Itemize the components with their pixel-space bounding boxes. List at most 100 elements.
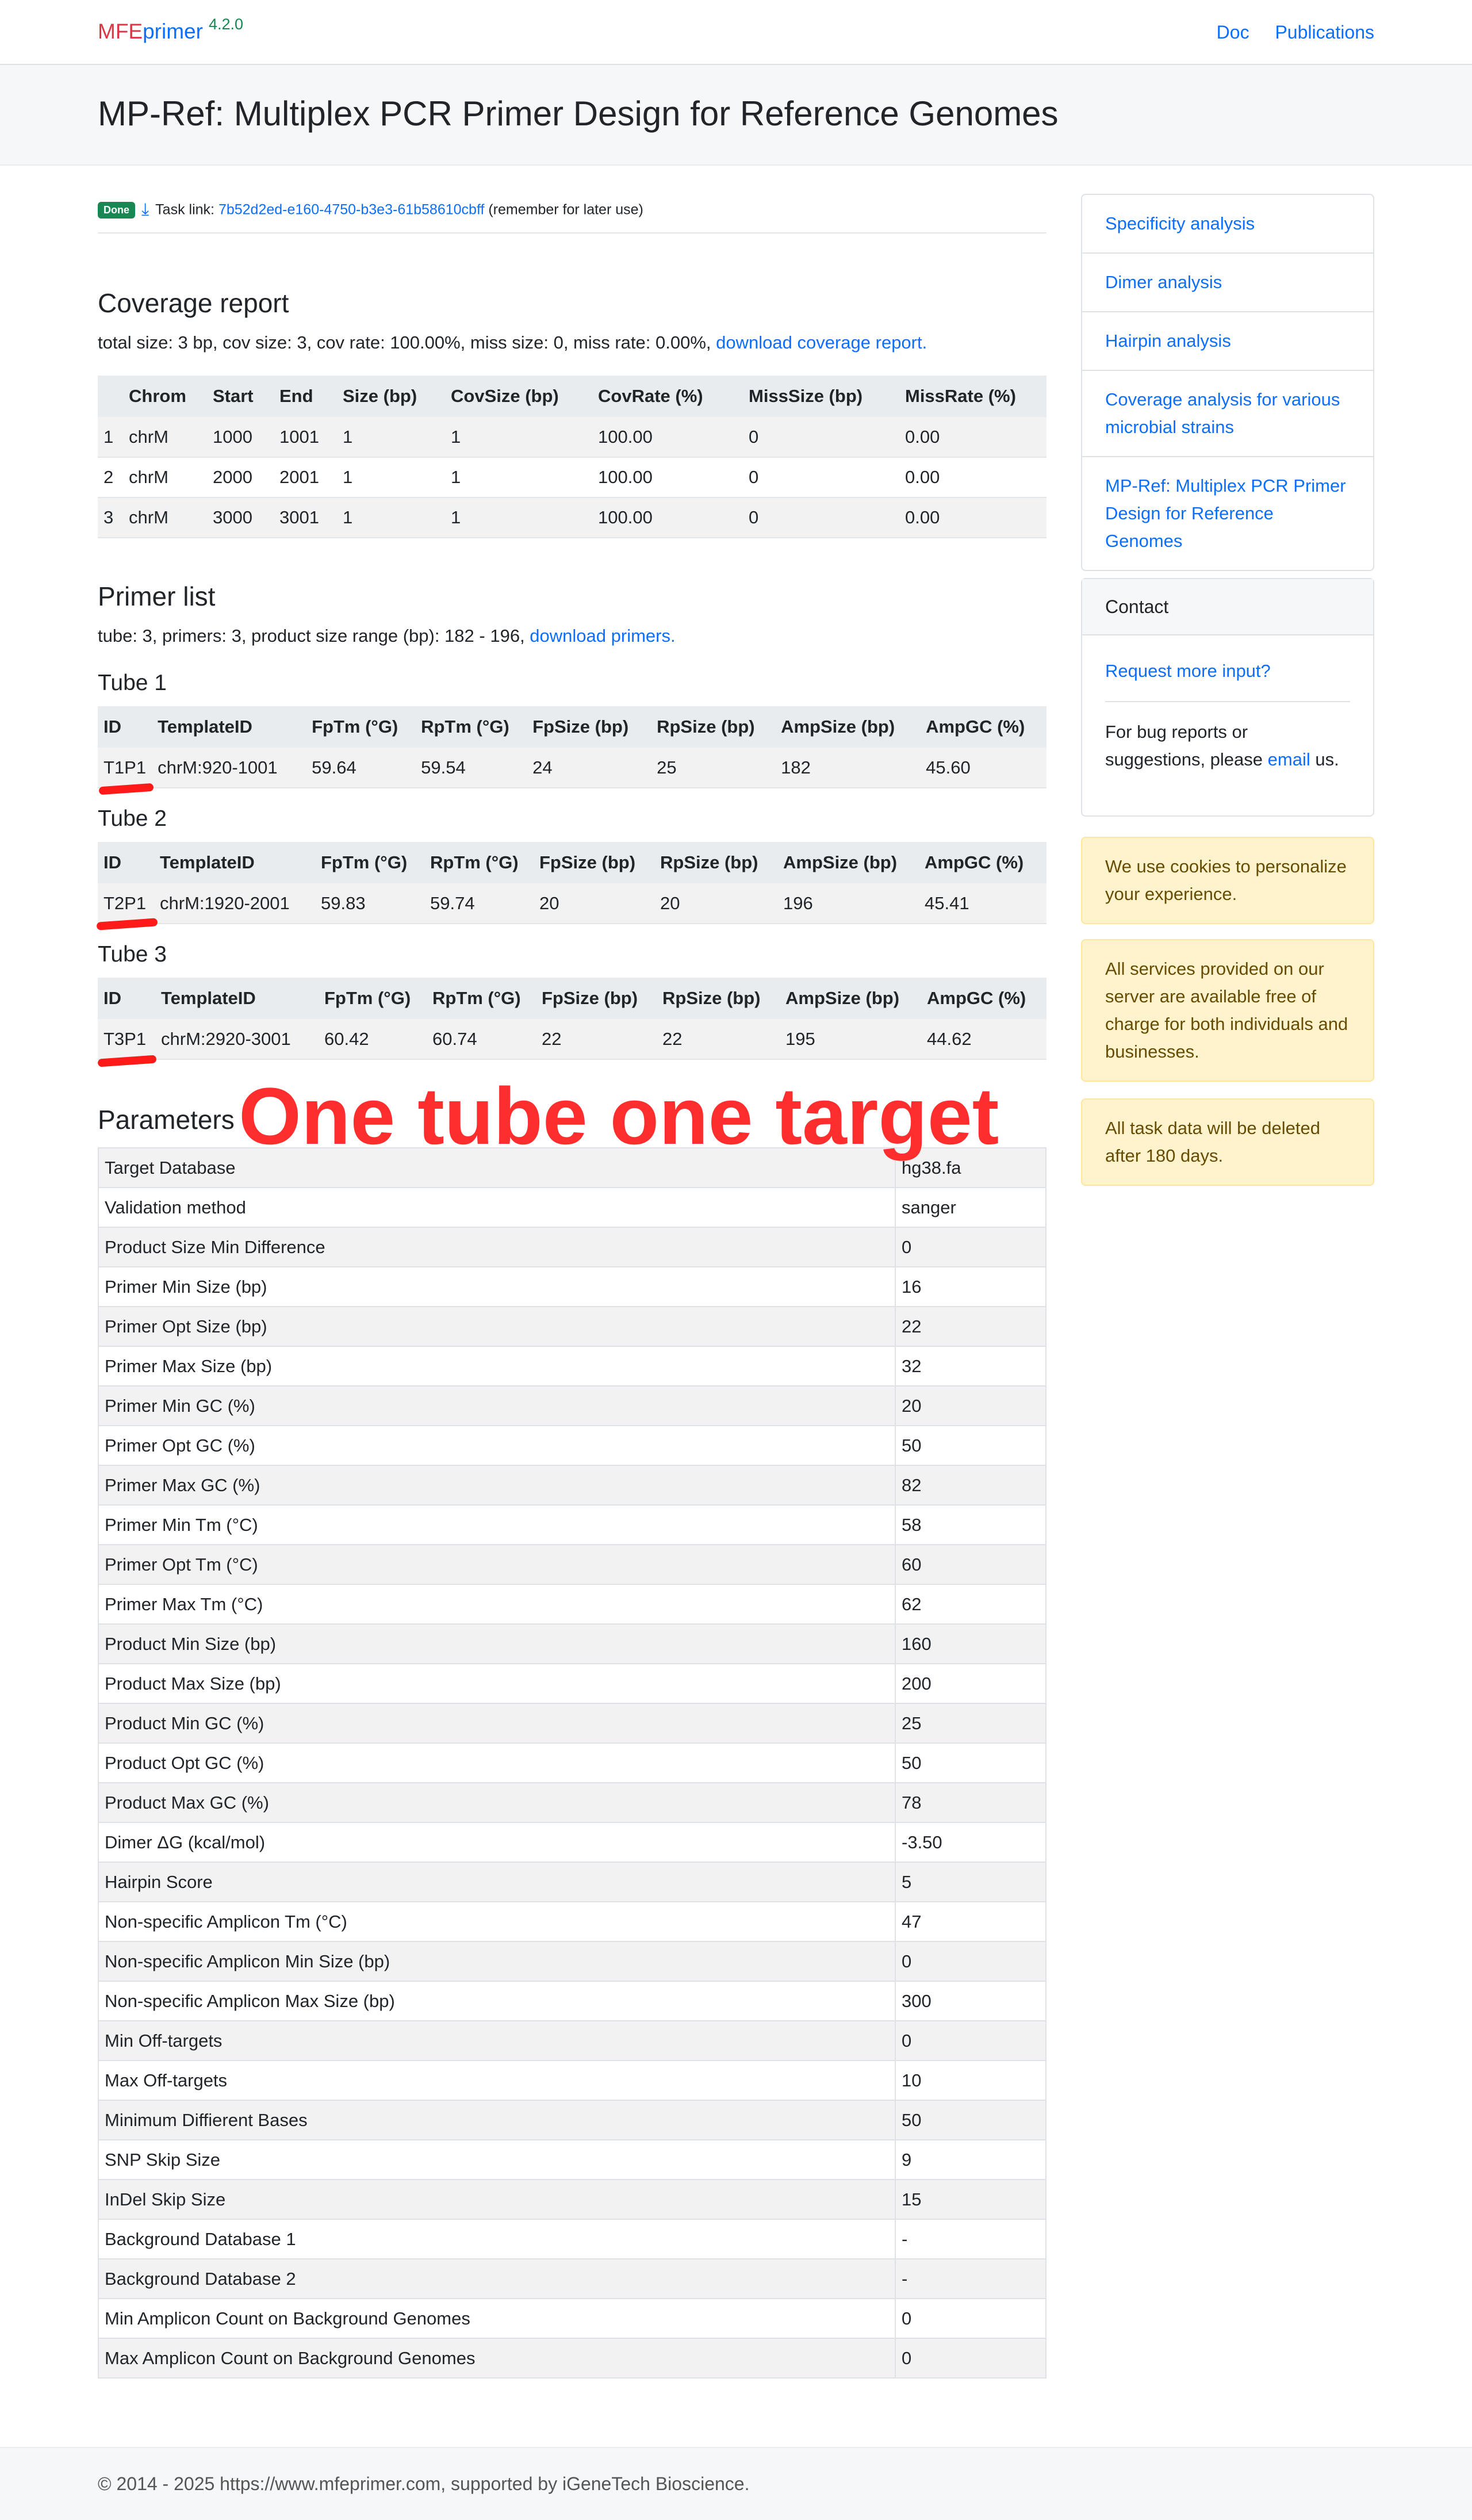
parameter-name: Product Max GC (%) [98, 1782, 896, 1823]
col-header: TemplateID [154, 842, 315, 883]
parameter-name: Primer Max Tm (°C) [98, 1584, 896, 1625]
email-link[interactable]: email [1268, 749, 1310, 769]
coverage-summary-text: total size: 3 bp, cov size: 3, cov rate:… [98, 332, 711, 353]
parameter-name: Product Min Size (bp) [98, 1623, 896, 1664]
sidebar-link[interactable]: Dimer analysis [1105, 272, 1222, 292]
cell: T3P1 [98, 1019, 155, 1060]
col-header: Start [207, 376, 274, 417]
parameter-name: Primer Opt Tm (°C) [98, 1544, 896, 1585]
primer-table-header: ID TemplateID FpTm (°G) RpTm (°G) FpSize… [98, 706, 1046, 748]
col-header: RpTm (°G) [427, 978, 536, 1019]
nav-link-publications[interactable]: Publications [1275, 22, 1374, 43]
alert-data-retention: All task data will be deleted after 180 … [1081, 1098, 1374, 1186]
parameter-row: Background Database 1- [98, 2219, 1046, 2259]
download-icon[interactable]: ⤓ [141, 200, 149, 220]
parameter-row: Primer Max GC (%) 82 [98, 1465, 1046, 1506]
navbar: MFEprimer 4.2.0 Doc Publications [0, 0, 1472, 65]
divider [1105, 701, 1350, 702]
task-link[interactable]: 7b52d2ed-e160-4750-b3e3-61b58610cbff [218, 202, 484, 218]
cell: 1 [445, 417, 592, 458]
cell: T2P1 [98, 883, 154, 924]
cell: 1 [337, 457, 445, 498]
col-header: End [274, 376, 337, 417]
coverage-summary: total size: 3 bp, cov size: 3, cov rate:… [98, 332, 927, 353]
cell: 3000 [207, 497, 274, 538]
annotation-text: One tube one target [239, 1071, 999, 1161]
parameter-value: 50 [895, 2100, 1046, 2140]
col-header: FpSize (bp) [534, 842, 654, 883]
cell: 100.00 [592, 417, 743, 458]
col-header: FpSize (bp) [527, 706, 651, 748]
cell: 20 [534, 883, 654, 924]
sidebar-link[interactable]: Coverage analysis for various microbial … [1105, 389, 1340, 437]
bug-report-text: For bug reports or suggestions, please e… [1105, 718, 1350, 773]
request-input-link[interactable]: Request more input? [1105, 661, 1271, 681]
cell: 59.83 [315, 883, 424, 924]
parameter-name: SNP Skip Size [98, 2139, 896, 2180]
parameter-name: Primer Max Size (bp) [98, 1346, 896, 1387]
col-header: TemplateID [152, 706, 306, 748]
cell: 59.64 [306, 748, 416, 788]
sidebar-item-dimer: Dimer analysis [1082, 254, 1373, 312]
cell: 59.54 [415, 748, 527, 788]
cell: 45.41 [919, 883, 1046, 924]
cell: 3 [98, 497, 123, 538]
col-header: CovSize (bp) [445, 376, 592, 417]
col-header: RpTm (°G) [415, 706, 527, 748]
col-header [98, 376, 123, 417]
footer-text: © 2014 - 2025 https://www.mfeprimer.com,… [98, 2473, 750, 2494]
parameter-name: Primer Min GC (%) [98, 1385, 896, 1426]
col-header: TemplateID [155, 978, 319, 1019]
parameter-name: Primer Max GC (%) [98, 1465, 896, 1506]
parameter-value: 22 [895, 1306, 1046, 1347]
cell: T1P1 [98, 748, 152, 788]
tube-3-table: ID TemplateID FpTm (°G) RpTm (°G) FpSize… [98, 978, 1046, 1060]
sidebar-item-coverage: Coverage analysis for various microbial … [1082, 371, 1373, 457]
parameter-value: - [895, 2219, 1046, 2259]
sidebar-link[interactable]: Hairpin analysis [1105, 331, 1231, 351]
primer-table-header: ID TemplateID FpTm (°G) RpTm (°G) FpSize… [98, 842, 1046, 883]
cell: chrM:2920-3001 [155, 1019, 319, 1060]
parameter-value: 9 [895, 2139, 1046, 2180]
col-header: AmpSize (bp) [777, 842, 919, 883]
nav-link-doc[interactable]: Doc [1217, 22, 1249, 43]
cell: chrM [123, 457, 207, 498]
parameter-value: 25 [895, 1703, 1046, 1744]
parameter-row: Non-specific Amplicon Min Size (bp) 0 [98, 1941, 1046, 1982]
sidebar-item-specificity: Specificity analysis [1082, 195, 1373, 254]
tube-1-table: ID TemplateID FpTm (°G) RpTm (°G) FpSize… [98, 706, 1046, 788]
col-header: CovRate (%) [592, 376, 743, 417]
cell: 1 [337, 417, 445, 458]
parameter-name: Product Size Min Difference [98, 1227, 896, 1267]
page-title: MP-Ref: Multiplex PCR Primer Design for … [98, 94, 1059, 133]
download-coverage-link[interactable]: download coverage report. [716, 332, 927, 353]
parameter-row: Product Size Min Difference 0 [98, 1227, 1046, 1267]
cell: 0.00 [899, 457, 1046, 498]
sidebar-tools: Specificity analysis Dimer analysis Hair… [1081, 194, 1374, 571]
alert-free-service: All services provided on our server are … [1081, 939, 1374, 1082]
parameter-name: InDel Skip Size [98, 2179, 896, 2220]
col-header: RpSize (bp) [654, 842, 777, 883]
brand-logo[interactable]: MFEprimer 4.2.0 [98, 16, 243, 44]
primer-summary: tube: 3, primers: 3, product size range … [98, 626, 676, 646]
col-header: MissSize (bp) [743, 376, 899, 417]
parameter-row: Hairpin Score 5 [98, 1862, 1046, 1902]
parameter-name: Dimer ΔG (kcal/mol) [98, 1822, 896, 1863]
contact-card: Contact Request more input? For bug repo… [1081, 578, 1374, 817]
sidebar-link[interactable]: MP-Ref: Multiplex PCR Primer Design for … [1105, 476, 1346, 551]
col-header: RpSize (bp) [651, 706, 776, 748]
parameter-value: 0 [895, 2020, 1046, 2061]
cell: 1 [337, 497, 445, 538]
parameter-value: 20 [895, 1385, 1046, 1426]
parameter-row: Primer Opt Tm (°C) 60 [98, 1544, 1046, 1585]
parameter-name: Background Database 2 [98, 2258, 896, 2299]
coverage-table: Chrom Start End Size (bp) CovSize (bp) C… [98, 376, 1046, 538]
tube-2-title: Tube 2 [98, 806, 167, 831]
cell: 1 [445, 497, 592, 538]
sidebar-link[interactable]: Specificity analysis [1105, 213, 1255, 233]
download-primers-link[interactable]: download primers. [530, 626, 675, 646]
col-header: AmpGC (%) [921, 978, 1046, 1019]
col-header: ID [98, 842, 154, 883]
parameter-row: Primer Min Tm (°C) 58 [98, 1504, 1046, 1545]
parameter-value: 5 [895, 1862, 1046, 1902]
